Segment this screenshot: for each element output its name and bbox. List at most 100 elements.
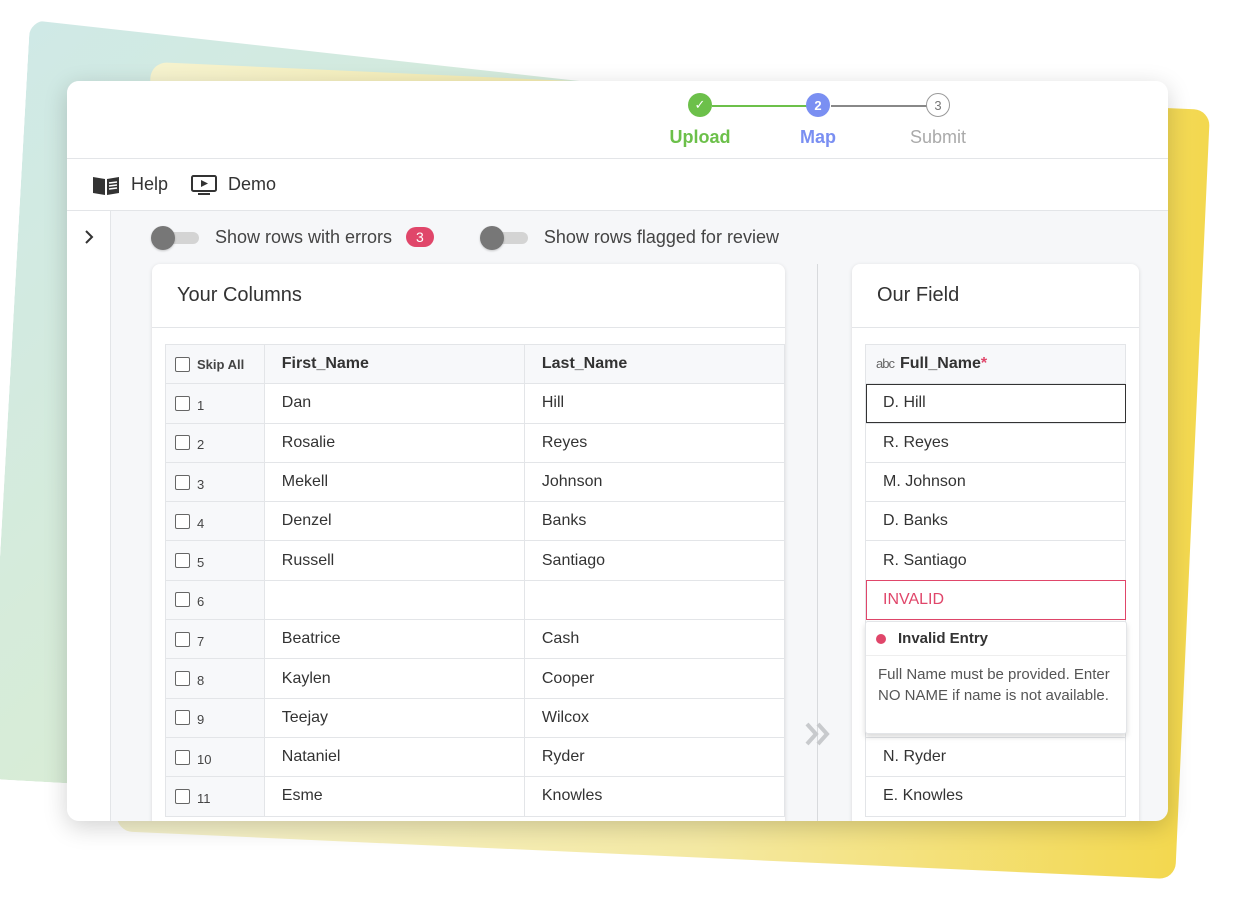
flagged-toggle[interactable] — [479, 224, 530, 250]
skip-all-label: Skip All — [197, 356, 245, 372]
table-row: INVALID — [865, 579, 1126, 621]
step-submit[interactable]: 3 Submit — [898, 93, 978, 148]
cell-full-name[interactable]: R. Santiago — [865, 540, 1126, 581]
table-header-row: abc Full_Name* — [865, 343, 1126, 385]
errors-toggle[interactable] — [151, 224, 201, 250]
cell-first-name[interactable]: Beatrice — [263, 619, 525, 660]
cell-full-name[interactable]: D. Banks — [865, 501, 1126, 542]
cell-last-name[interactable]: Knowles — [523, 776, 785, 817]
cell-full-name[interactable]: R. Reyes — [865, 422, 1126, 463]
field-name: Full_Name — [899, 355, 981, 373]
tooltip-title: Invalid Entry — [898, 630, 989, 647]
row-checkbox[interactable] — [175, 749, 190, 765]
cell-last-name[interactable]: Cooper — [523, 658, 785, 699]
cell-last-name[interactable]: Johnson — [523, 461, 785, 503]
cell-first-name[interactable]: Dan — [263, 383, 525, 424]
row-checkbox[interactable] — [175, 788, 190, 804]
cell-full-name[interactable]: M. Johnson — [865, 461, 1126, 503]
row-number: 9 — [197, 712, 205, 728]
your-columns-panel: Your Columns Skip All First_Name Last_Na… — [152, 264, 785, 821]
skip-all-header[interactable]: Skip All — [165, 343, 265, 385]
row-checkbox[interactable] — [175, 553, 190, 569]
required-mark: * — [980, 355, 988, 373]
panel-title: Our Field — [852, 264, 1139, 328]
row-checkbox[interactable] — [175, 671, 190, 687]
row-skip-cell[interactable]: 2 — [165, 422, 265, 463]
cell-last-name[interactable]: Hill — [523, 383, 785, 424]
row-checkbox[interactable] — [175, 435, 190, 451]
row-number: 10 — [197, 751, 212, 767]
cell-first-name[interactable]: Russell — [263, 540, 525, 581]
column-header-last-name[interactable]: Last_Name — [523, 343, 785, 385]
cell-full-name[interactable]: D. Hill — [865, 383, 1126, 424]
table-row: N. Ryder — [865, 736, 1126, 778]
cell-last-name[interactable]: Ryder — [523, 736, 785, 778]
table-row: R. Reyes — [865, 422, 1126, 463]
row-checkbox[interactable] — [175, 631, 190, 647]
cell-full-name[interactable]: INVALID — [865, 579, 1126, 621]
row-number: 3 — [197, 476, 205, 492]
table-row: E. Knowles — [865, 776, 1126, 817]
cell-last-name[interactable] — [523, 579, 785, 621]
cell-first-name[interactable]: Teejay — [263, 697, 525, 738]
step-submit-number: 3 — [926, 93, 950, 117]
check-icon: ✓ — [688, 93, 712, 117]
row-checkbox[interactable] — [175, 474, 190, 490]
step-upload[interactable]: ✓ Upload — [660, 93, 740, 148]
row-skip-cell[interactable]: 9 — [165, 697, 265, 738]
row-skip-cell[interactable]: 6 — [165, 579, 265, 621]
demo-button[interactable]: Demo — [190, 174, 276, 196]
cell-first-name[interactable]: Esme — [263, 776, 525, 817]
cell-full-name[interactable]: E. Knowles — [865, 776, 1126, 817]
row-number: 4 — [197, 515, 205, 531]
cell-first-name[interactable]: Rosalie — [263, 422, 525, 463]
column-header-first-name[interactable]: First_Name — [263, 343, 525, 385]
row-checkbox[interactable] — [175, 592, 190, 608]
cell-last-name[interactable]: Santiago — [523, 540, 785, 581]
cell-first-name[interactable]: Nataniel — [263, 736, 525, 778]
row-skip-cell[interactable]: 3 — [165, 461, 265, 503]
skip-all-checkbox[interactable] — [175, 356, 190, 372]
help-button[interactable]: Help — [91, 174, 168, 196]
row-checkbox[interactable] — [175, 710, 190, 726]
row-number: 7 — [197, 633, 205, 649]
our-field-panel: Our Field abc Full_Name* D. Hill R. Reyes M… — [852, 264, 1139, 821]
row-skip-cell[interactable]: 7 — [165, 619, 265, 660]
cell-last-name[interactable]: Reyes — [523, 422, 785, 463]
table-row: 6 — [165, 579, 785, 621]
table-row: 3 Mekell Johnson — [165, 461, 785, 503]
row-number: 11 — [197, 790, 211, 806]
cell-last-name[interactable]: Wilcox — [523, 697, 785, 738]
row-checkbox[interactable] — [175, 395, 190, 411]
row-skip-cell[interactable]: 4 — [165, 501, 265, 542]
row-skip-cell[interactable]: 1 — [165, 383, 265, 424]
text-type-icon: abc — [876, 356, 895, 372]
filter-toggles: Show rows with errors 3 Show rows flagge… — [151, 224, 779, 250]
row-skip-cell[interactable]: 5 — [165, 540, 265, 581]
row-number: 2 — [197, 437, 205, 453]
cell-first-name[interactable]: Kaylen — [263, 658, 525, 699]
flagged-toggle-label: Show rows flagged for review — [543, 226, 779, 247]
row-checkbox[interactable] — [175, 513, 190, 529]
step-map[interactable]: 2 Map — [778, 93, 858, 148]
cell-first-name[interactable] — [263, 579, 525, 621]
table-row: 2 Rosalie Reyes — [165, 422, 785, 463]
row-skip-cell[interactable]: 11 — [165, 776, 265, 817]
row-number: 8 — [197, 673, 205, 689]
table-row: 4 Denzel Banks — [165, 501, 785, 542]
table-row: 10 Nataniel Ryder — [165, 736, 785, 778]
chevron-right-icon[interactable] — [81, 229, 97, 245]
tooltip-message: Full Name must be provided. Enter NO NAM… — [878, 666, 1110, 704]
cell-full-name[interactable]: N. Ryder — [865, 736, 1126, 778]
step-upload-label: Upload — [669, 127, 731, 147]
play-screen-icon — [191, 174, 218, 195]
cell-first-name[interactable]: Mekell — [263, 461, 525, 503]
row-skip-cell[interactable]: 10 — [165, 736, 265, 778]
cell-first-name[interactable]: Denzel — [263, 501, 525, 542]
table-row: 8 Kaylen Cooper — [165, 658, 785, 699]
field-header-full-name[interactable]: abc Full_Name* — [865, 343, 1126, 385]
cell-last-name[interactable]: Banks — [523, 501, 785, 542]
cell-last-name[interactable]: Cash — [523, 619, 785, 660]
error-count-badge: 3 — [406, 227, 434, 247]
row-skip-cell[interactable]: 8 — [165, 658, 265, 699]
